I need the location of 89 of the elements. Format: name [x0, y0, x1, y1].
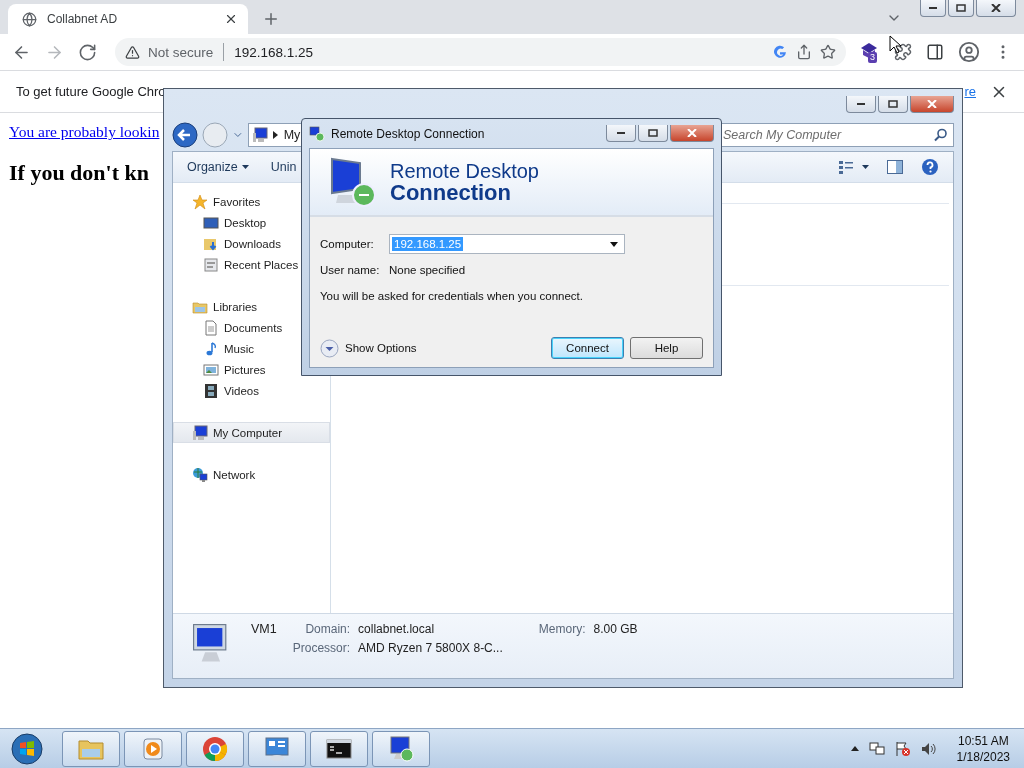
image-icon	[203, 361, 219, 378]
back-button[interactable]	[172, 122, 198, 148]
remote-desktop-icon	[309, 125, 325, 142]
address-bar[interactable]: Not secure 192.168.1.25	[115, 38, 846, 66]
nav-item[interactable]: Desktop	[173, 212, 330, 233]
close-icon	[991, 4, 1001, 12]
detail-value: AMD Ryzen 7 5800X 8-C...	[358, 641, 503, 655]
nav-item[interactable]: Documents	[173, 317, 330, 338]
nav-item[interactable]: Favorites	[173, 191, 330, 212]
new-tab-button[interactable]	[262, 10, 280, 28]
close-icon	[927, 99, 937, 108]
star-icon[interactable]	[820, 44, 836, 60]
user-name-value: None specified	[389, 264, 466, 276]
remote-desktop-icon	[387, 734, 415, 763]
minimize-icon	[857, 102, 865, 105]
maximize-icon	[956, 4, 966, 12]
nav-item[interactable]: My Computer	[173, 422, 330, 443]
minimize-button[interactable]	[606, 125, 636, 142]
cursor-icon	[889, 35, 903, 55]
dropdown-caret-icon[interactable]	[610, 241, 618, 247]
minimize-button[interactable]	[920, 0, 946, 17]
side-panel-icon[interactable]	[926, 43, 944, 61]
caret-icon	[241, 165, 249, 169]
film-icon	[203, 382, 219, 399]
show-options-button[interactable]: Show Options	[345, 342, 417, 354]
banner-title: Remote Desktop	[390, 160, 539, 182]
expand-icon[interactable]	[320, 338, 339, 358]
page-heading: If you don't kn	[9, 160, 149, 186]
google-icon[interactable]	[772, 44, 788, 60]
computer-icon	[192, 424, 208, 441]
browser-icon	[201, 734, 229, 763]
maximize-button[interactable]	[948, 0, 974, 17]
nav-item[interactable]: Pictures	[173, 359, 330, 380]
flag-icon[interactable]	[894, 740, 911, 757]
detail-value: collabnet.local	[358, 622, 436, 636]
help-icon[interactable]	[921, 158, 939, 176]
desktop-icon	[203, 214, 219, 231]
clock[interactable]: 10:51 AM 1/18/2023	[956, 732, 1010, 765]
detail-label: Processor:	[292, 641, 351, 655]
document-icon	[203, 319, 219, 336]
maximize-button[interactable]	[878, 95, 908, 113]
forward-icon	[202, 122, 228, 148]
computer-name: VM1	[251, 622, 277, 636]
close-icon[interactable]	[224, 12, 238, 26]
network-icon	[192, 466, 208, 483]
star-icon	[192, 193, 208, 210]
detail-value: 8.00 GB	[593, 622, 638, 636]
view-options-icon[interactable]	[839, 160, 869, 174]
recent-places-icon	[203, 256, 219, 273]
minimize-icon	[617, 132, 625, 134]
dialog-button[interactable]: Help	[630, 337, 703, 359]
infobar-link[interactable]: re	[964, 84, 976, 99]
maximize-icon	[648, 129, 658, 137]
detail-label: Memory:	[538, 622, 586, 636]
detail-label: Domain:	[304, 622, 351, 636]
nav-item[interactable]: Network	[173, 464, 330, 485]
globe-icon	[22, 11, 37, 27]
field-label: Computer:	[320, 238, 375, 250]
show-hidden-icons-icon[interactable]	[850, 746, 859, 751]
puzzle-icon[interactable]	[894, 43, 912, 61]
close-icon	[687, 129, 697, 137]
back-icon	[172, 122, 198, 148]
banner-title: Connection	[390, 182, 511, 204]
nav-item[interactable]: Videos	[173, 380, 330, 401]
network-icon[interactable]	[868, 740, 885, 757]
search-icon[interactable]	[934, 128, 948, 142]
share-icon[interactable]	[796, 44, 812, 60]
close-button[interactable]	[976, 0, 1016, 17]
caret-icon	[272, 131, 279, 139]
toolbar-button[interactable]: Organize	[187, 160, 249, 174]
info-message: You will be asked for credentials when you connect.	[320, 290, 584, 302]
maximize-icon	[888, 99, 898, 108]
control-panel-icon	[263, 734, 291, 763]
minimize-button[interactable]	[846, 95, 876, 113]
nav-item[interactable]: Music	[173, 338, 330, 359]
warning-icon	[125, 44, 140, 60]
dialog-button[interactable]: Connect	[551, 337, 624, 359]
preview-pane-icon[interactable]	[887, 160, 903, 174]
minimize-icon	[929, 7, 937, 9]
toolbar-button[interactable]: Unin	[270, 160, 297, 174]
window-title: Remote Desktop Connection	[331, 126, 486, 141]
computer-icon	[251, 127, 268, 143]
maximize-button[interactable]	[638, 125, 668, 142]
field-label: User name:	[320, 264, 381, 276]
reload-button[interactable]	[78, 42, 97, 62]
browser-tab[interactable]: Collabnet AD	[8, 4, 248, 34]
taskbar-button[interactable]	[310, 730, 368, 767]
taskbar-button[interactable]	[372, 730, 430, 767]
profile-icon[interactable]	[958, 41, 980, 63]
